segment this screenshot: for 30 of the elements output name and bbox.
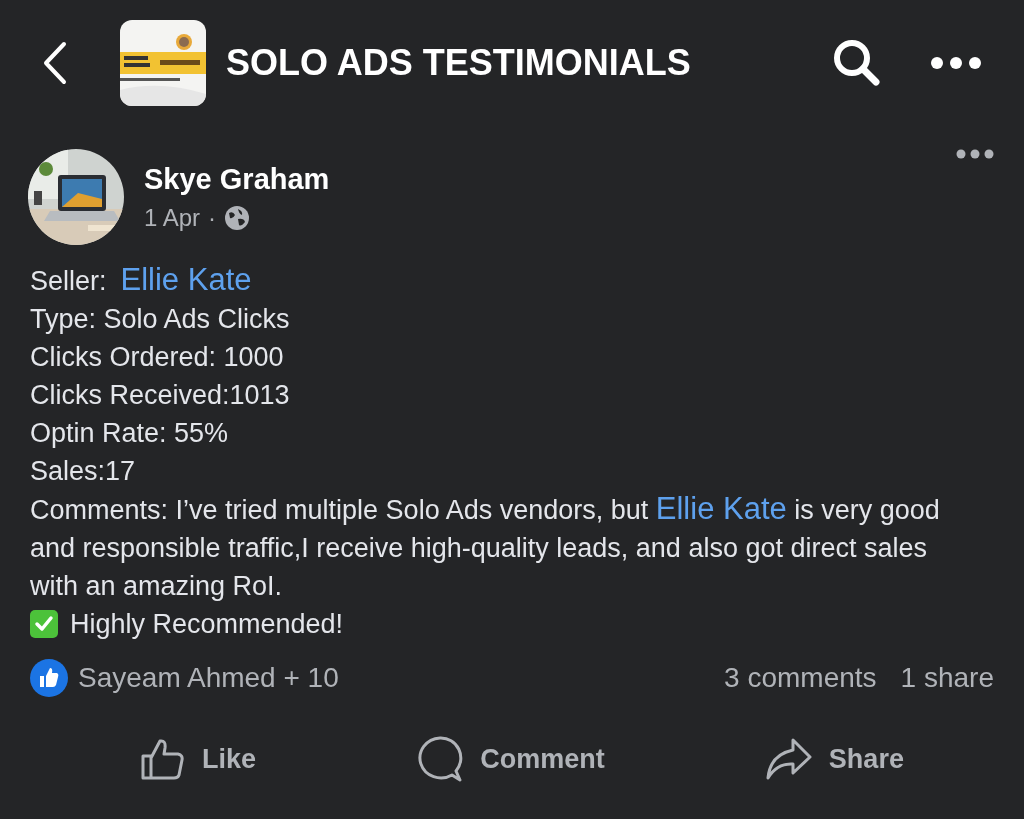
group-title: SOLO ADS TESTIMONIALS	[226, 41, 692, 84]
speech-bubble-icon	[416, 735, 465, 783]
author-name[interactable]: Skye Graham	[144, 162, 956, 196]
like-button[interactable]: Like	[132, 731, 265, 787]
search-icon[interactable]	[832, 37, 882, 88]
share-count[interactable]: 1 share	[900, 662, 994, 694]
more-icon[interactable]	[930, 55, 982, 70]
seller-link[interactable]: Ellie Kate	[655, 491, 787, 526]
field-label: Seller:	[30, 265, 107, 298]
comments-paragraph: Comments: I’ve tried multiple Solo Ads vendors, but Ellie Kate is very good and responsible traffic,I receive high-quality leads, and also got direct sales with an amazing RoI.	[30, 490, 941, 603]
back-icon[interactable]	[42, 40, 68, 85]
check-icon	[30, 610, 58, 638]
comment-button[interactable]: Comment	[408, 731, 613, 787]
comment-count[interactable]: 3 comments	[724, 662, 877, 694]
globe-icon	[224, 204, 251, 231]
post-line: Sales:17	[30, 455, 137, 488]
seller-link[interactable]: Ellie Kate	[120, 261, 252, 299]
thumbs-up-icon	[140, 736, 187, 782]
reaction-names[interactable]: Sayeam Ahmed + 10	[78, 662, 339, 694]
post-line: Clicks Ordered: 1000	[30, 341, 285, 374]
post-line: Type: Solo Ads Clicks	[30, 303, 291, 336]
post-line: Optin Rate: 55%	[30, 417, 230, 450]
post-time[interactable]: 1 Apr	[144, 203, 201, 232]
separator-dot: ·	[208, 203, 217, 232]
post-line: Clicks Received:1013	[30, 379, 291, 412]
like-reaction-icon[interactable]	[30, 659, 68, 697]
share-button[interactable]: Share	[756, 731, 912, 787]
share-arrow-icon	[764, 737, 813, 781]
recommendation-text: Highly Recommended!	[70, 608, 344, 641]
more-icon[interactable]	[956, 149, 994, 159]
